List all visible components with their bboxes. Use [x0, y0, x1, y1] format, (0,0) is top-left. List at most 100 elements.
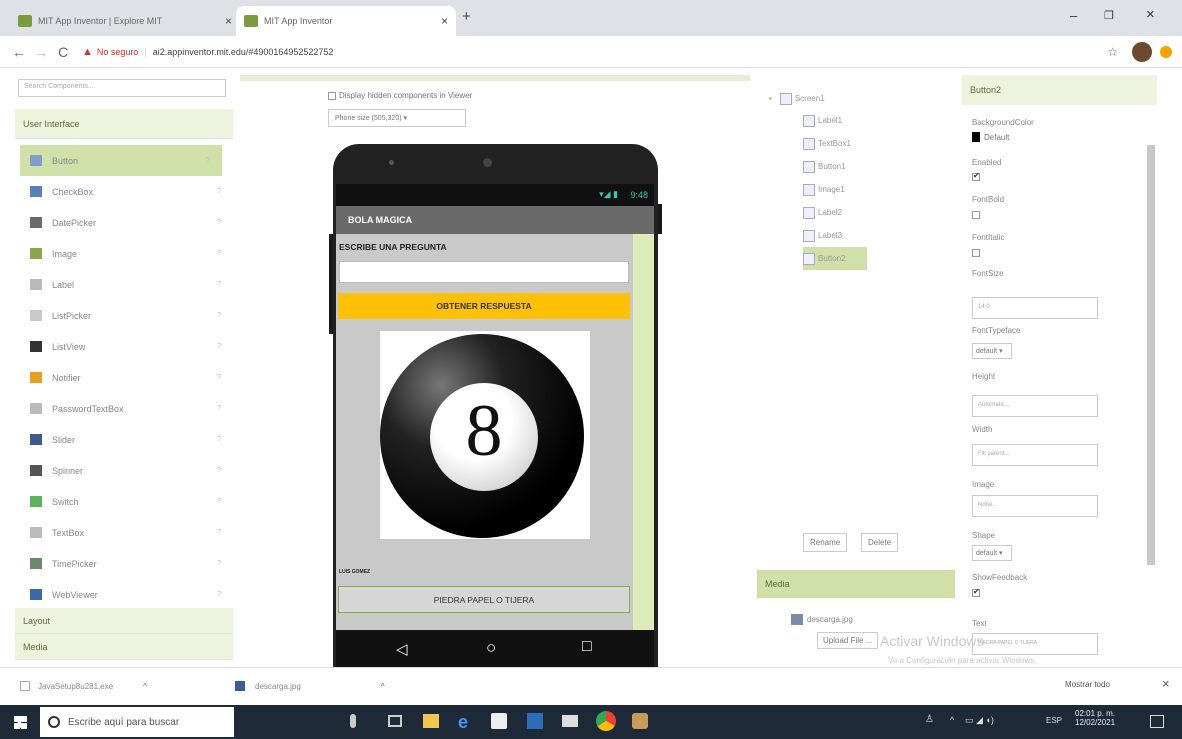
palette-item-webviewer[interactable]: WebViewer?: [20, 579, 233, 610]
nav-recent-icon[interactable]: □: [582, 638, 592, 656]
reload-button[interactable]: C: [52, 44, 74, 60]
obtener-respuesta-button[interactable]: OBTENER RESPUESTA: [338, 293, 630, 319]
prop-font-typeface-select[interactable]: default ▾: [972, 343, 1012, 359]
palette-item-passwordtextbox[interactable]: PasswordTextBox?: [20, 393, 233, 424]
prop-show-feedback-checkbox[interactable]: ✔: [972, 587, 980, 597]
close-window-button[interactable]: ×: [1146, 6, 1155, 23]
upload-file-button[interactable]: Upload File ...: [817, 632, 879, 649]
microphone-icon[interactable]: [350, 714, 356, 728]
prop-enabled-checkbox[interactable]: ✔: [972, 171, 980, 181]
tree-item-label2[interactable]: Label2: [803, 201, 867, 224]
tab-close-icon[interactable]: ×: [225, 14, 232, 28]
chevron-up-icon[interactable]: ^: [381, 682, 385, 691]
tree-item-label3[interactable]: Label3: [803, 224, 867, 247]
app-icon[interactable]: [632, 713, 648, 729]
hidden-components-checkbox[interactable]: Display hidden components in Viewer: [328, 91, 472, 100]
clock[interactable]: 02:01 p. m. 12/02/2021: [1075, 709, 1115, 727]
windows-start-icon[interactable]: [14, 716, 27, 729]
component-search-input[interactable]: Search Components...: [18, 79, 226, 97]
help-icon[interactable]: ?: [217, 498, 221, 505]
phone-size-select[interactable]: Phone size (505,320) ▾: [328, 109, 466, 127]
help-icon[interactable]: ?: [217, 281, 221, 288]
palette-item-timepicker[interactable]: TimePicker?: [20, 548, 233, 579]
notifications-icon[interactable]: [1150, 715, 1164, 728]
store-icon[interactable]: [491, 713, 507, 729]
palette-item-listview[interactable]: ListView?: [20, 331, 233, 362]
prop-font-italic-checkbox[interactable]: [972, 249, 980, 257]
photos-icon[interactable]: [527, 713, 543, 729]
tree-item-label1[interactable]: Label1: [803, 109, 867, 132]
palette-item-datepicker[interactable]: DatePicker?: [20, 207, 233, 238]
piedra-papel-tijera-button[interactable]: PIEDRA PAPEL O TIJERA: [338, 586, 630, 613]
palette-item-textbox[interactable]: TextBox?: [20, 517, 233, 548]
prop-font-size-input[interactable]: 14.0: [972, 297, 1098, 319]
file-explorer-icon[interactable]: [423, 714, 439, 728]
delete-button[interactable]: Delete: [861, 533, 899, 552]
input-language[interactable]: ESP: [1046, 716, 1062, 725]
help-icon[interactable]: ?: [217, 219, 221, 226]
palette-item-image[interactable]: Image?: [20, 238, 233, 269]
restore-button[interactable]: ❐: [1104, 9, 1114, 22]
new-tab-button[interactable]: +: [462, 8, 471, 25]
rename-button[interactable]: Rename: [803, 533, 848, 552]
tree-item-image1[interactable]: Image1: [803, 178, 867, 201]
properties-scrollbar[interactable]: [1147, 145, 1155, 565]
palette-item-checkbox[interactable]: CheckBox?: [20, 176, 233, 207]
palette-item-spinner[interactable]: Spinner?: [20, 455, 233, 486]
chevron-up-icon[interactable]: ^: [143, 682, 147, 691]
tree-root[interactable]: ▪ Screen1: [769, 87, 825, 110]
prop-background-color-picker[interactable]: Default: [972, 132, 1009, 142]
address-bar[interactable]: ai2.appinventor.mit.edu/#490016495252275…: [153, 47, 334, 57]
edge-icon[interactable]: e: [458, 712, 468, 733]
media-file-item[interactable]: descarga.jpg: [791, 614, 853, 625]
network-volume-icons[interactable]: ▭ ◢ ◖): [965, 715, 994, 726]
help-icon[interactable]: ?: [217, 436, 221, 443]
palette-item-notifier[interactable]: Notifier?: [20, 362, 233, 393]
palette-item-label[interactable]: Label?: [20, 269, 233, 300]
textbox-question[interactable]: [339, 261, 629, 283]
help-icon[interactable]: ?: [206, 157, 210, 164]
nav-home-icon[interactable]: ○: [486, 638, 496, 658]
tree-item-button2[interactable]: Button2: [803, 247, 867, 270]
chrome-icon[interactable]: [596, 711, 616, 731]
palette-item-listpicker[interactable]: ListPicker?: [20, 300, 233, 331]
tray-overflow-icon[interactable]: ^: [950, 715, 954, 725]
palette-item-switch[interactable]: Switch?: [20, 486, 233, 517]
tree-item-textbox1[interactable]: TextBox1: [803, 132, 867, 155]
browser-tab-app-inventor[interactable]: MIT App Inventor ×: [236, 6, 456, 36]
help-icon[interactable]: ?: [217, 312, 221, 319]
task-view-icon[interactable]: [388, 715, 402, 727]
help-icon[interactable]: ?: [217, 343, 221, 350]
tab-close-icon[interactable]: ×: [441, 14, 448, 28]
prop-width-input[interactable]: Fill parent...: [972, 444, 1098, 466]
prop-font-bold-checkbox[interactable]: [972, 211, 980, 219]
people-icon[interactable]: ♙: [925, 714, 934, 725]
tree-item-button1[interactable]: Button1: [803, 155, 867, 178]
taskbar-search-box[interactable]: Escribe aquí para buscar: [40, 707, 234, 737]
security-label[interactable]: No seguro: [97, 47, 139, 57]
update-icon[interactable]: [1160, 45, 1172, 58]
category-user-interface[interactable]: User Interface: [15, 109, 233, 139]
show-all-downloads-button[interactable]: Mostrar todo: [1065, 680, 1110, 689]
palette-item-button[interactable]: Button?: [20, 145, 222, 176]
magic-8-ball-image[interactable]: 8: [380, 331, 590, 539]
label-author[interactable]: LUIS GOMEZ: [339, 569, 370, 575]
profile-avatar[interactable]: [1132, 41, 1152, 62]
prop-shape-select[interactable]: default ▾: [972, 545, 1012, 561]
close-downloads-button[interactable]: ×: [1162, 676, 1170, 691]
prop-height-input[interactable]: Automatic...: [972, 395, 1098, 417]
download-item[interactable]: JavaSetup8u281.exe ^: [20, 681, 147, 691]
browser-tab-explore[interactable]: MIT App Inventor | Explore MIT ×: [10, 6, 240, 36]
help-icon[interactable]: ?: [217, 405, 221, 412]
prop-text-input[interactable]: PIEDRA PAPEL O TIJERA: [972, 633, 1098, 655]
help-icon[interactable]: ?: [217, 374, 221, 381]
help-icon[interactable]: ?: [217, 467, 221, 474]
help-icon[interactable]: ?: [217, 529, 221, 536]
help-icon[interactable]: ?: [217, 250, 221, 257]
bookmark-star-icon[interactable]: ☆: [1107, 45, 1118, 59]
help-icon[interactable]: ?: [217, 591, 221, 598]
label-question[interactable]: ESCRIBE UNA PREGUNTA: [339, 242, 447, 252]
back-button[interactable]: ←: [8, 44, 30, 60]
category-layout[interactable]: Layout: [15, 608, 233, 634]
help-icon[interactable]: ?: [217, 560, 221, 567]
